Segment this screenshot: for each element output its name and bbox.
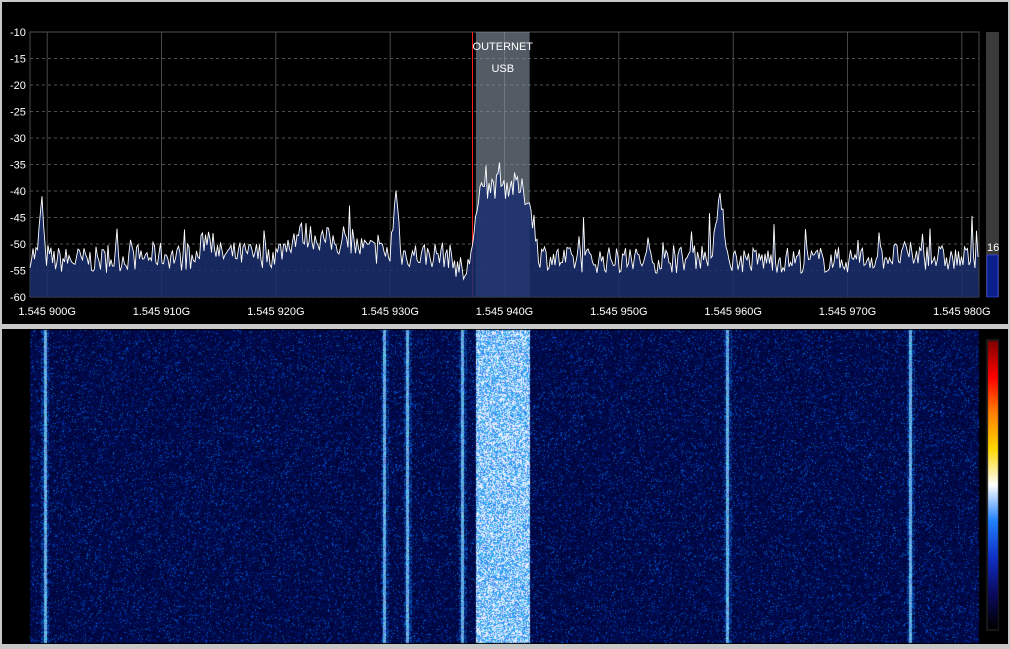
spectrum-panel[interactable]: OUTERNET USB -10 -15 -20 -25 -30 -35 -40 -45 -50… [2,2,1008,324]
x-tick-label: 1.545 980G [933,306,991,318]
spectrum-plot[interactable]: OUTERNET USB -10 -15 -20 -25 -30 -35 -40 -45 -50… [2,2,1008,324]
level-value: 16 [987,242,999,254]
y-tick-label: -25 [10,107,26,119]
x-tick-label: 1.545 920G [247,306,305,318]
y-tick-label: -30 [10,133,26,145]
x-tick-label: 1.545 910G [133,306,191,318]
vfo-name-label: OUTERNET [473,41,534,53]
x-tick-label: 1.545 970G [819,306,877,318]
y-tick-label: -55 [10,266,26,278]
y-tick-label: -40 [10,186,26,198]
y-tick-label: -35 [10,160,26,172]
y-tick-label: -50 [10,239,26,251]
y-tick-label: -15 [10,54,26,66]
x-tick-label: 1.545 940G [476,306,534,318]
x-tick-label: 1.545 950G [590,306,648,318]
vfo-mode-label: USB [491,63,514,75]
y-tick-label: -10 [10,27,26,39]
x-tick-label: 1.545 960G [704,306,762,318]
waterfall-display[interactable] [2,329,1008,644]
level-slider-fill [986,254,999,298]
x-tick-label: 1.545 900G [18,306,76,318]
y-tick-label: -60 [10,292,26,304]
x-tick-label: 1.545 930G [361,306,419,318]
waterfall-panel[interactable] [2,329,1008,644]
y-tick-label: -45 [10,213,26,225]
y-tick-label: -20 [10,80,26,92]
